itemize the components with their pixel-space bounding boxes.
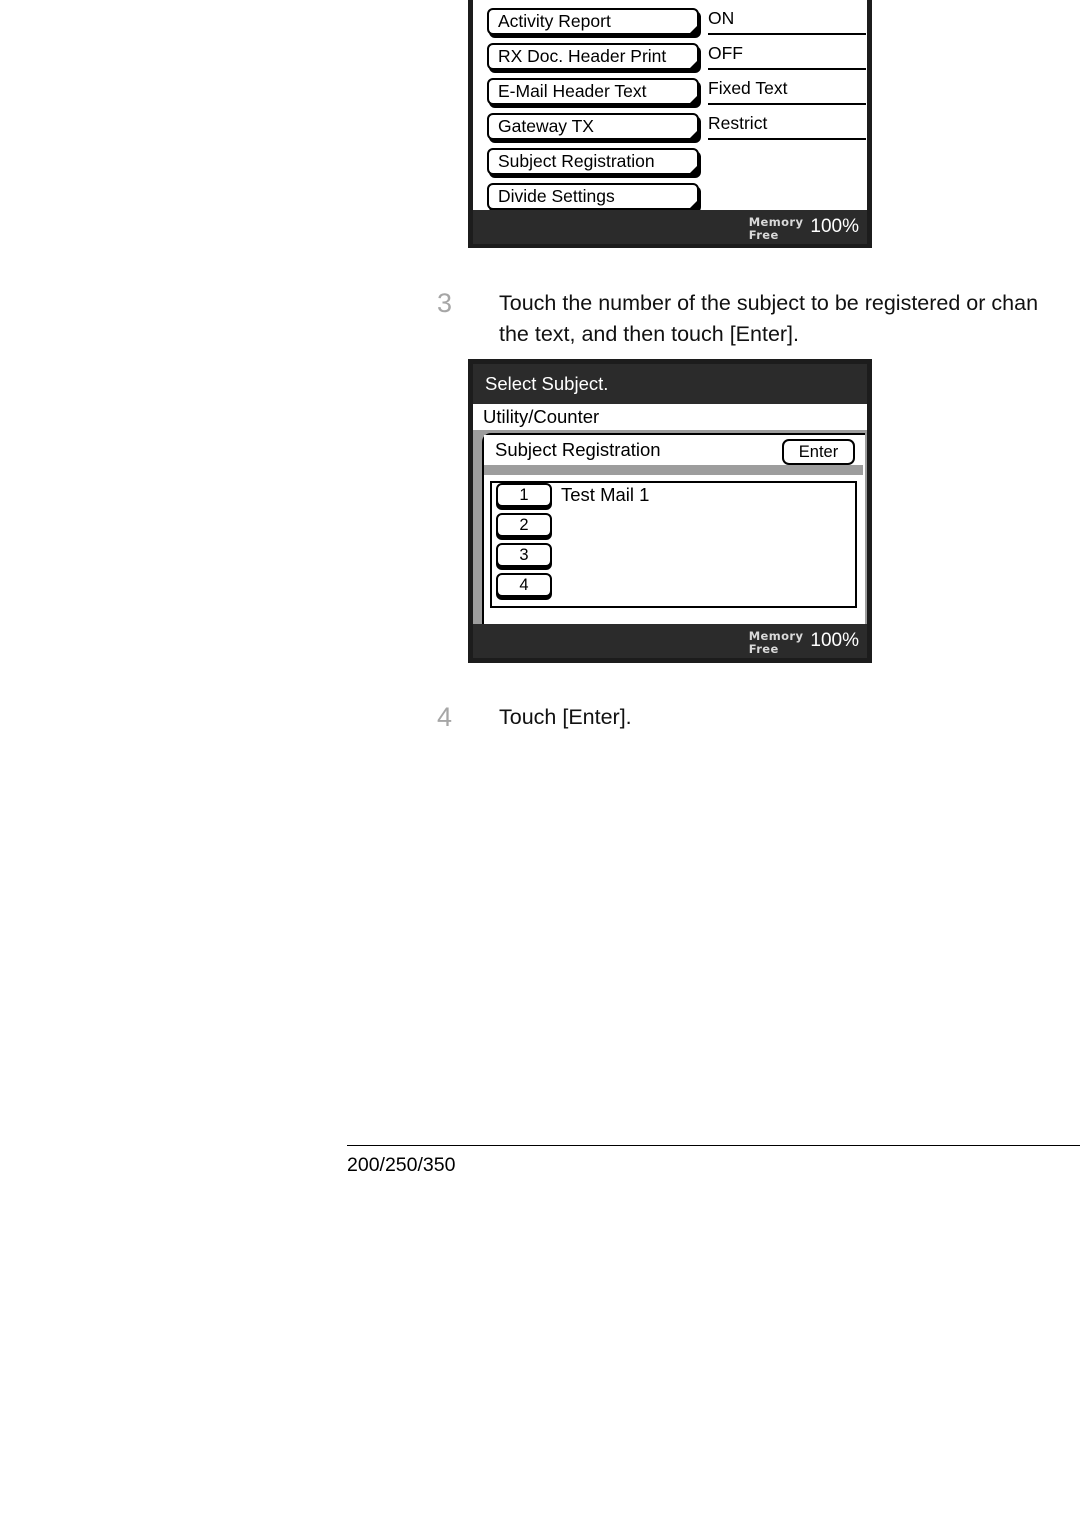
list-item: 2 [492, 513, 855, 543]
fax-settings-lcd-panel: Activity Report ON RX Doc. Header Print … [468, 0, 872, 248]
footer-model-number: 200/250/350 [347, 1154, 456, 1176]
section-header: Subject Registration Enter [484, 435, 865, 465]
memory-label-line2: Free [748, 641, 779, 656]
memory-free-percent: 100% [810, 630, 859, 651]
subject-number-button-2[interactable]: 2 [496, 513, 552, 537]
list-item: 4 [492, 573, 855, 603]
memory-free-percent: 100% [810, 216, 859, 237]
memory-free-indicator: Memory Free 100% [749, 212, 859, 242]
step-3-line-2: the text, and then touch [Enter]. [499, 321, 800, 346]
lcd-status-bar: Memory Free 100% [473, 210, 867, 244]
setting-key-subject-registration[interactable]: Subject Registration [487, 148, 699, 175]
memory-label-line2: Free [748, 227, 779, 242]
settings-row: Activity Report ON [487, 8, 867, 43]
settings-row: RX Doc. Header Print OFF [487, 43, 867, 78]
settings-row-list: Activity Report ON RX Doc. Header Print … [473, 0, 867, 218]
subject-list: 1 Test Mail 1 2 3 4 [490, 481, 857, 608]
memory-free-label: Memory Free [749, 213, 804, 241]
setting-value-email-header-text: Fixed Text [708, 78, 866, 105]
section-header-label: Subject Registration [495, 439, 661, 460]
setting-value-divide-settings [708, 183, 866, 210]
step-4-number: 4 [437, 702, 453, 732]
memory-free-label: Memory Free [749, 627, 804, 655]
subject-number-button-3[interactable]: 3 [496, 543, 552, 567]
lcd-title-bar: Select Subject. [473, 364, 867, 404]
lcd-menu-bar: Utility/Counter [473, 404, 867, 430]
enter-button[interactable]: Enter [782, 439, 855, 465]
subject-number-button-4[interactable]: 4 [496, 573, 552, 597]
section-divider [484, 465, 863, 475]
lcd-status-bar: Memory Free 100% [473, 624, 867, 658]
lcd-screen-frame: Subject Registration Enter 1 Test Mail 1… [473, 430, 867, 624]
step-4: 4 Touch [Enter]. [437, 702, 632, 733]
step-3-line-1: Touch the number of the subject to be re… [499, 291, 1039, 315]
settings-row: Subject Registration [487, 148, 867, 183]
setting-key-email-header-text[interactable]: E-Mail Header Text [487, 78, 699, 105]
setting-key-gateway-tx[interactable]: Gateway TX [487, 113, 699, 140]
step-4-line-1: Touch [Enter]. [499, 705, 632, 729]
setting-key-activity-report[interactable]: Activity Report [487, 8, 699, 35]
step-4-text: Touch [Enter]. [499, 702, 632, 733]
memory-label-line1: Memory [748, 629, 804, 643]
memory-label-line1: Memory [748, 215, 804, 229]
settings-row: E-Mail Header Text Fixed Text [487, 78, 867, 113]
setting-key-divide-settings[interactable]: Divide Settings [487, 183, 699, 210]
step-3: 3 Touch the number of the subject to be … [437, 288, 1038, 349]
settings-row: Gateway TX Restrict [487, 113, 867, 148]
subject-registration-lcd-panel: Select Subject. Utility/Counter Subject … [468, 359, 872, 663]
subject-number-button-1[interactable]: 1 [496, 483, 552, 507]
setting-value-gateway-tx: Restrict [708, 113, 866, 140]
setting-value-rx-doc-header-print: OFF [708, 43, 866, 70]
step-3-number: 3 [437, 288, 453, 318]
setting-value-subject-registration [708, 148, 866, 175]
step-3-text: Touch the number of the subject to be re… [499, 288, 1038, 349]
list-item: 3 [492, 543, 855, 573]
setting-key-rx-doc-header-print[interactable]: RX Doc. Header Print [487, 43, 699, 70]
memory-free-indicator: Memory Free 100% [749, 626, 859, 656]
lcd-screen-inner: Subject Registration Enter 1 Test Mail 1… [482, 433, 865, 624]
setting-value-activity-report: ON [708, 8, 866, 35]
footer-divider [347, 1145, 1080, 1146]
list-item: 1 Test Mail 1 [492, 483, 855, 513]
subject-label-1: Test Mail 1 [561, 484, 650, 505]
